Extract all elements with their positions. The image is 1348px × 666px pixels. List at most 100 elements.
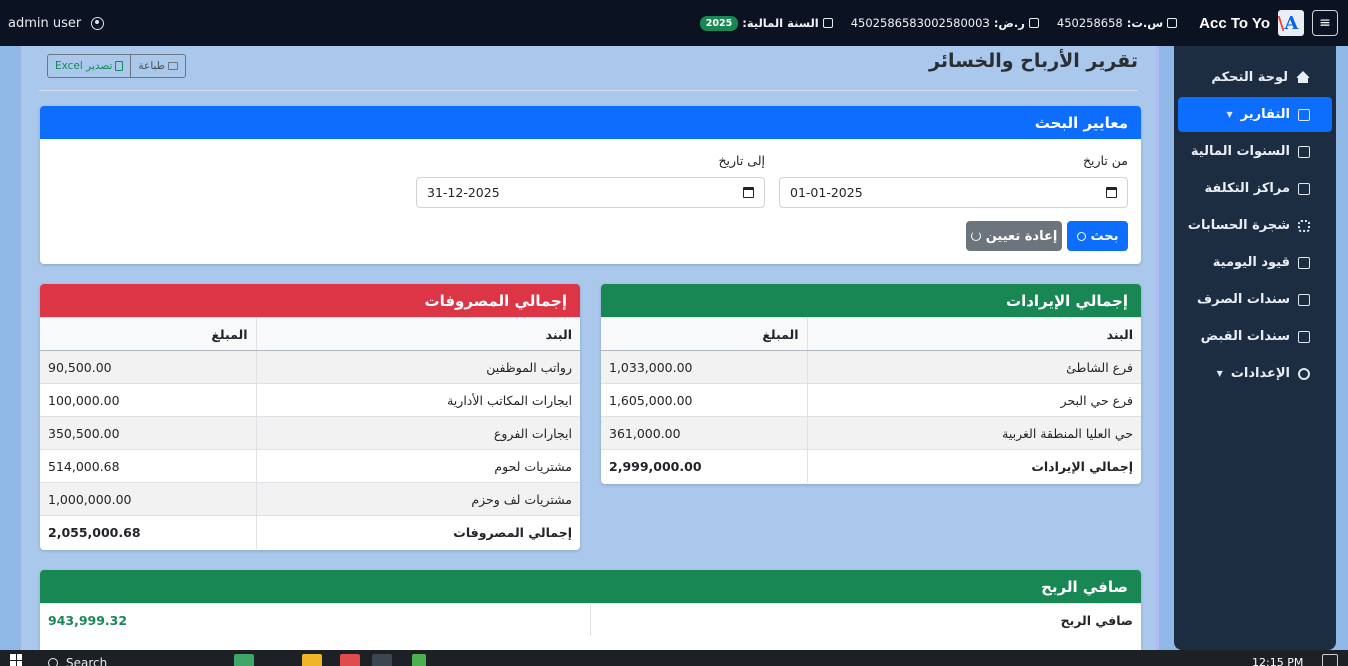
- row-amount: 514,000.68: [40, 449, 257, 483]
- folder-icon[interactable]: [302, 654, 322, 666]
- receipt-icon: [1028, 18, 1039, 28]
- os-taskbar: Search 12:15 PM: [0, 650, 1348, 666]
- table-row: مشتريات لف وحزم 1,000,000.00: [40, 482, 580, 516]
- row-item: مشتريات لحوم: [256, 449, 580, 483]
- total-amount: 2,999,000.00: [601, 449, 808, 483]
- row-amount: 350,500.00: [40, 416, 257, 450]
- expenses-table: البند المبلغ رواتب الموظفين 90,500.00 اي…: [40, 317, 580, 549]
- to-date-value: 31-12-2025: [427, 185, 500, 200]
- total-label: إجمالي الإيرادات: [807, 449, 1141, 483]
- sidebar-item-label: التقارير: [1240, 107, 1290, 122]
- table-row: فرع الشاطئ 1,033,000.00: [601, 350, 1141, 384]
- sidebar-item-cost-centers[interactable]: مراكز التكلفة: [1178, 171, 1332, 206]
- from-date-label: من تاريخ: [1082, 153, 1128, 168]
- column-header-item: البند: [256, 317, 580, 351]
- list-icon: [1298, 182, 1310, 195]
- sidebar-item-label: سندات الصرف: [1197, 292, 1290, 307]
- calendar-icon[interactable]: [1106, 187, 1117, 198]
- excel-file-icon: [115, 61, 124, 71]
- chrome-icon[interactable]: [372, 654, 392, 666]
- cr-info: س.ت: 450258658: [1056, 16, 1178, 30]
- sidebar-item-label: قيود اليومية: [1212, 255, 1290, 270]
- column-header-amount: المبلغ: [40, 317, 257, 351]
- journal-icon: [1298, 256, 1310, 269]
- cr-number: 450258658: [1056, 16, 1123, 30]
- sidebar-item-label: الإعدادات: [1230, 366, 1290, 381]
- windows-start-icon[interactable]: [10, 654, 22, 666]
- sidebar-item-receipt-vouchers[interactable]: سندات القبض: [1178, 319, 1332, 354]
- search-criteria-title: معايير البحث: [40, 106, 1141, 139]
- revenue-table: البند المبلغ فرع الشاطئ 1,033,000.00 فرع…: [601, 317, 1141, 483]
- sidebar: لوحة التحكم التقارير ▼ السنوات المالية م…: [1174, 46, 1336, 650]
- main-content: تقرير الأرباح والخسائر تصدير Excel طباعة…: [20, 46, 1159, 650]
- table-row: ايجارات الفروع 350,500.00: [40, 416, 580, 450]
- revenue-title: إجمالي الإيرادات: [601, 284, 1141, 317]
- search-icon: [1076, 231, 1086, 241]
- export-button-group: تصدير Excel طباعة: [47, 54, 187, 78]
- from-date-value: 01-01-2025: [790, 185, 863, 200]
- sidebar-item-dashboard[interactable]: لوحة التحكم: [1178, 60, 1332, 95]
- home-icon: [1296, 71, 1310, 83]
- vat-number: 450258658300258000З: [850, 16, 990, 30]
- vat-info: ر.ض: 450258658300258000З: [851, 16, 1039, 30]
- reset-button[interactable]: إعادة تعيين: [966, 221, 1062, 251]
- cr-label: س.ت:: [1126, 16, 1164, 30]
- vat-label: ر.ض:: [993, 16, 1025, 30]
- reset-button-label: إعادة تعيين: [985, 228, 1058, 244]
- export-excel-button[interactable]: تصدير Excel: [48, 55, 132, 77]
- app-logo: A \: [1278, 10, 1304, 36]
- print-button[interactable]: طباعة: [131, 55, 185, 77]
- to-date-label: إلى تاريخ: [718, 153, 765, 168]
- sidebar-item-settings[interactable]: الإعدادات ▼: [1178, 356, 1332, 391]
- search-button[interactable]: بحث: [1067, 221, 1128, 251]
- export-excel-label: تصدير Excel: [55, 60, 113, 72]
- taskbar-app-icon[interactable]: [412, 654, 426, 666]
- caret-down-icon: ▼: [1226, 110, 1233, 119]
- search-button-label: بحث: [1090, 228, 1119, 244]
- column-header-item: البند: [807, 317, 1141, 351]
- sidebar-item-chart-of-accounts[interactable]: شجرة الحسابات: [1178, 208, 1332, 243]
- sidebar-item-payment-vouchers[interactable]: سندات الصرف: [1178, 282, 1332, 317]
- row-amount: 1,033,000.00: [601, 350, 808, 384]
- sidebar-item-reports[interactable]: التقارير ▼: [1178, 97, 1332, 132]
- top-navbar: admin user ≡ A \ Acc To Yo س.ت: 450258658…: [0, 0, 1348, 46]
- calendar-icon[interactable]: [743, 187, 754, 198]
- sidebar-item-journal-entries[interactable]: قيود اليومية: [1178, 245, 1332, 280]
- row-item: فرع حي البحر: [807, 383, 1141, 417]
- row-item: ايجارات الفروع: [256, 416, 580, 450]
- fiscal-year-info: السنة المالية: 2025: [699, 15, 833, 31]
- table-row: فرع حي البحر 1,605,000.00: [601, 383, 1141, 417]
- search-icon: [48, 658, 58, 666]
- revenue-card: إجمالي الإيرادات البند المبلغ فرع الشاطئ…: [601, 284, 1141, 484]
- taskbar-app-icon[interactable]: [340, 654, 360, 666]
- menu-toggle-button[interactable]: ≡: [1312, 10, 1338, 36]
- watermark: خمسات: [590, 612, 704, 647]
- receipt-icon: [1298, 330, 1310, 343]
- taskbar-search[interactable]: Search: [48, 656, 107, 666]
- caret-down-icon: ▼: [1216, 369, 1223, 378]
- taskbar-app-icon[interactable]: [234, 654, 254, 666]
- from-date-input[interactable]: 01-01-2025: [779, 177, 1128, 208]
- table-row: مشتريات لحوم 514,000.68: [40, 449, 580, 483]
- user-menu[interactable]: admin user: [8, 0, 105, 46]
- table-row: حي العليا المنطقة الغربية 361,000.00: [601, 416, 1141, 450]
- row-amount: 1,605,000.00: [601, 383, 808, 417]
- print-label: طباعة: [138, 60, 166, 72]
- row-amount: 100,000.00: [40, 383, 257, 417]
- page-title: تقرير الأرباح والخسائر: [929, 50, 1138, 72]
- username[interactable]: admin user: [8, 16, 81, 31]
- net-profit-title: صافي الربح: [40, 570, 1141, 603]
- gear-icon: [1298, 367, 1310, 380]
- to-date-input[interactable]: 31-12-2025: [416, 177, 765, 208]
- table-row: ايجارات المكاتب الأدارية 100,000.00: [40, 383, 580, 417]
- sidebar-item-fiscal-years[interactable]: السنوات المالية: [1178, 134, 1332, 169]
- sidebar-item-label: سندات القبض: [1200, 329, 1290, 344]
- fiscal-year-badge: 2025: [699, 15, 739, 31]
- divider: [39, 90, 1138, 91]
- total-amount: 2,055,000.68: [40, 515, 257, 549]
- total-label: إجمالي المصروفات: [256, 515, 580, 549]
- sidebar-item-label: مراكز التكلفة: [1204, 181, 1290, 196]
- notification-icon[interactable]: [1322, 654, 1338, 666]
- taskbar-clock[interactable]: 12:15 PM: [1252, 656, 1303, 666]
- table-row: رواتب الموظفين 90,500.00: [40, 350, 580, 384]
